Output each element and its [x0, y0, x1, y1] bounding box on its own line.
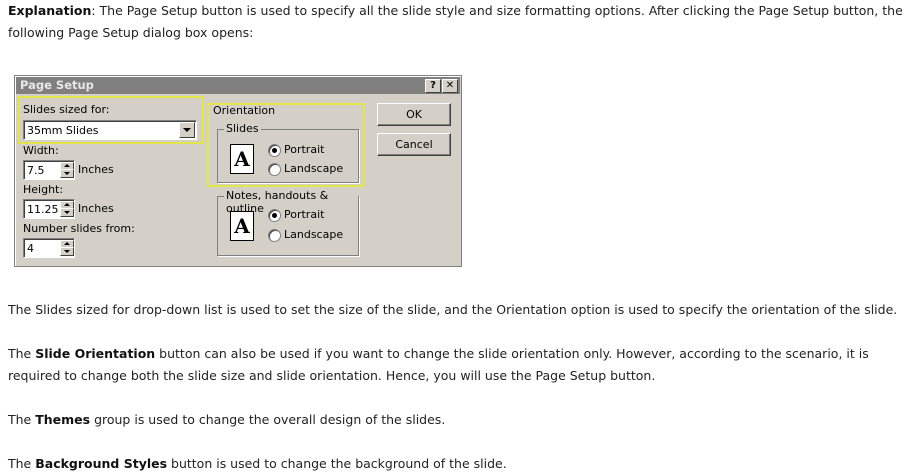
paragraph-1: The Slides sized for drop-down list is u…	[8, 302, 898, 317]
number-slides-value: 4	[27, 242, 34, 255]
p4-bold: Background Styles	[35, 456, 168, 471]
notes-landscape-label: Landscape	[284, 228, 344, 241]
spin-down-icon[interactable]	[60, 208, 74, 217]
width-unit: Inches	[78, 163, 114, 176]
number-slides-label: Number slides from:	[23, 222, 135, 235]
p4-text: The	[8, 456, 36, 471]
notes-landscape-radio[interactable]	[268, 229, 281, 242]
notes-orientation-group: Notes, handouts & outline A Portrait Lan…	[217, 189, 359, 256]
p2-bold: Slide Orientation	[35, 346, 156, 361]
height-unit: Inches	[78, 202, 114, 215]
p4-text-after: button is used to change the background …	[167, 456, 507, 471]
paragraph-2: The Slide Orientation button can also be…	[8, 343, 908, 387]
spin-down-icon[interactable]	[60, 247, 74, 256]
intro-text: : The Page Setup button is used to speci…	[8, 3, 903, 40]
p3-text: The	[8, 412, 36, 427]
close-icon[interactable]: ✕	[442, 79, 458, 93]
spin-down-icon[interactable]	[60, 169, 74, 178]
help-icon[interactable]: ?	[425, 79, 441, 93]
highlight-slides-sized-for	[18, 96, 204, 144]
dialog-titlebar: Page Setup ? ✕	[16, 77, 460, 94]
width-spinner[interactable]: 7.5	[23, 160, 75, 180]
intro-paragraph: Explanation: The Page Setup button is us…	[8, 0, 908, 44]
paragraph-4: The Background Styles button is used to …	[8, 453, 908, 475]
height-value: 11.25	[27, 203, 59, 216]
width-value: 7.5	[27, 164, 45, 177]
highlight-orientation	[207, 103, 365, 187]
cancel-button[interactable]: Cancel	[377, 133, 451, 156]
dialog-title: Page Setup	[20, 78, 94, 92]
p3-bold: Themes	[35, 412, 91, 427]
height-label: Height:	[23, 183, 64, 196]
intro-label: Explanation	[8, 3, 92, 18]
notes-portrait-radio[interactable]	[268, 209, 281, 222]
width-label: Width:	[23, 144, 59, 157]
paragraph-3: The Themes group is used to change the o…	[8, 409, 908, 431]
number-slides-spinner[interactable]: 4	[23, 238, 75, 258]
portrait-page-icon: A	[230, 211, 254, 241]
height-spinner[interactable]: 11.25	[23, 199, 75, 219]
ok-button[interactable]: OK	[377, 103, 451, 126]
notes-portrait-label: Portrait	[284, 208, 325, 221]
page-setup-dialog: Page Setup ? ✕ Slides sized for: 35mm Sl…	[14, 75, 462, 267]
p3-text-after: group is used to change the overall desi…	[90, 412, 446, 427]
p2-text: The	[8, 346, 36, 361]
